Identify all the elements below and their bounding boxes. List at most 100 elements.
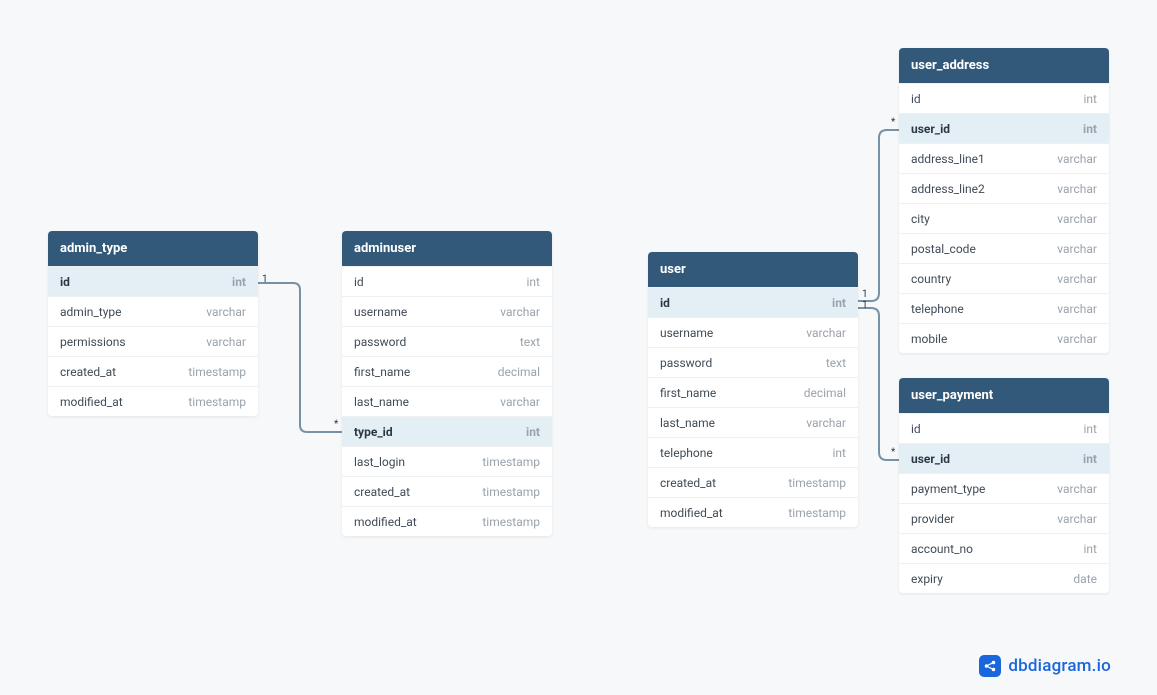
cardinality-label: * — [334, 419, 338, 430]
table-header[interactable]: user — [648, 252, 858, 287]
table-row[interactable]: permissions varchar — [48, 326, 258, 356]
column-type: varchar — [1057, 152, 1097, 166]
table-row[interactable]: postal_codevarchar — [899, 233, 1109, 263]
column-name: password — [660, 356, 712, 370]
column-type: varchar — [806, 326, 846, 340]
column-type: varchar — [1057, 332, 1097, 346]
table-row[interactable]: modified_at timestamp — [48, 386, 258, 416]
column-type: int — [833, 446, 846, 460]
column-name: username — [660, 326, 713, 340]
table-row[interactable]: telephonevarchar — [899, 293, 1109, 323]
column-type: text — [826, 356, 846, 370]
column-name: permissions — [60, 335, 126, 349]
column-name: expiry — [911, 572, 943, 586]
column-type: int — [1084, 422, 1097, 436]
column-name: created_at — [60, 365, 116, 379]
table-row[interactable]: expirydate — [899, 563, 1109, 593]
column-type: decimal — [498, 365, 540, 379]
column-name: address_line1 — [911, 152, 985, 166]
column-name: first_name — [354, 365, 410, 379]
column-name: provider — [911, 512, 954, 526]
column-name: country — [911, 272, 951, 286]
column-type: timestamp — [788, 506, 846, 520]
table-row[interactable]: cityvarchar — [899, 203, 1109, 233]
column-type: timestamp — [482, 455, 540, 469]
column-name: password — [354, 335, 406, 349]
column-name: last_name — [660, 416, 715, 430]
column-type: int — [1084, 542, 1097, 556]
table-admin_type[interactable]: admin_type id int admin_type varchar per… — [48, 231, 258, 416]
column-name: payment_type — [911, 482, 985, 496]
table-row[interactable]: telephone int — [648, 437, 858, 467]
column-name: telephone — [660, 446, 713, 460]
table-header[interactable]: user_payment — [899, 378, 1109, 413]
column-name: modified_at — [60, 395, 123, 409]
column-type: varchar — [1057, 182, 1097, 196]
table-row[interactable]: id int — [48, 266, 258, 296]
share-icon — [979, 655, 1001, 677]
table-row[interactable]: usernamevarchar — [342, 296, 552, 326]
column-type: int — [1083, 452, 1097, 466]
column-type: varchar — [806, 416, 846, 430]
table-row[interactable]: idint — [342, 266, 552, 296]
column-type: timestamp — [188, 395, 246, 409]
table-row[interactable]: created_attimestamp — [648, 467, 858, 497]
table-row[interactable]: mobilevarchar — [899, 323, 1109, 353]
table-row[interactable]: countryvarchar — [899, 263, 1109, 293]
table-row[interactable]: created_at timestamp — [48, 356, 258, 386]
table-user_address[interactable]: user_address idint user_id int address_li… — [899, 48, 1109, 353]
column-type: timestamp — [482, 485, 540, 499]
column-name: type_id — [354, 425, 393, 439]
brand-logo[interactable]: dbdiagram.io — [979, 655, 1111, 677]
connection-admin_type-adminuser — [258, 283, 342, 432]
table-row[interactable]: idint — [899, 413, 1109, 443]
table-row[interactable]: last_namevarchar — [342, 386, 552, 416]
table-row[interactable]: idint — [899, 83, 1109, 113]
table-row[interactable]: passwordtext — [342, 326, 552, 356]
table-row[interactable]: providervarchar — [899, 503, 1109, 533]
table-row[interactable]: modified_attimestamp — [648, 497, 858, 527]
column-type: int — [526, 425, 540, 439]
connection-user-user_payment — [858, 308, 899, 460]
table-header[interactable]: user_address — [899, 48, 1109, 83]
column-type: int — [232, 275, 246, 289]
table-row[interactable]: admin_type varchar — [48, 296, 258, 326]
table-row[interactable]: payment_typevarchar — [899, 473, 1109, 503]
column-type: int — [1083, 122, 1097, 136]
table-row[interactable]: last_name varchar — [648, 407, 858, 437]
table-user_payment[interactable]: user_payment idint user_idint payment_ty… — [899, 378, 1109, 593]
column-name: address_line2 — [911, 182, 985, 196]
column-type: timestamp — [788, 476, 846, 490]
column-name: id — [911, 92, 921, 106]
table-row[interactable]: idint — [648, 287, 858, 317]
diagram-canvas[interactable]: 1 * 1 * 1 * admin_type id int admin_type… — [0, 0, 1157, 695]
table-row[interactable]: user_idint — [899, 443, 1109, 473]
table-row[interactable]: account_noint — [899, 533, 1109, 563]
table-row[interactable]: username varchar — [648, 317, 858, 347]
table-row[interactable]: first_name decimal — [342, 356, 552, 386]
column-name: user_id — [911, 122, 950, 136]
cardinality-label: 1 — [862, 300, 868, 311]
table-row[interactable]: type_id int — [342, 416, 552, 446]
table-row[interactable]: password text — [648, 347, 858, 377]
table-header[interactable]: admin_type — [48, 231, 258, 266]
column-type: decimal — [804, 386, 846, 400]
table-row[interactable]: first_namedecimal — [648, 377, 858, 407]
table-adminuser[interactable]: adminuser idint usernamevarchar password… — [342, 231, 552, 536]
cardinality-label: * — [891, 117, 895, 128]
table-row[interactable]: created_attimestamp — [342, 476, 552, 506]
column-type: varchar — [1057, 212, 1097, 226]
cardinality-label: 1 — [862, 289, 868, 300]
table-row[interactable]: modified_attimestamp — [342, 506, 552, 536]
table-row[interactable]: address_line1 varchar — [899, 143, 1109, 173]
table-row[interactable]: user_id int — [899, 113, 1109, 143]
table-row[interactable]: address_line2 varchar — [899, 173, 1109, 203]
column-name: postal_code — [911, 242, 976, 256]
table-header[interactable]: adminuser — [342, 231, 552, 266]
table-row[interactable]: last_logintimestamp — [342, 446, 552, 476]
column-name: last_name — [354, 395, 409, 409]
column-type: timestamp — [188, 365, 246, 379]
column-type: int — [527, 275, 540, 289]
cardinality-label: * — [891, 447, 895, 458]
table-user[interactable]: user idint usernamevarchar passwordtext … — [648, 252, 858, 527]
